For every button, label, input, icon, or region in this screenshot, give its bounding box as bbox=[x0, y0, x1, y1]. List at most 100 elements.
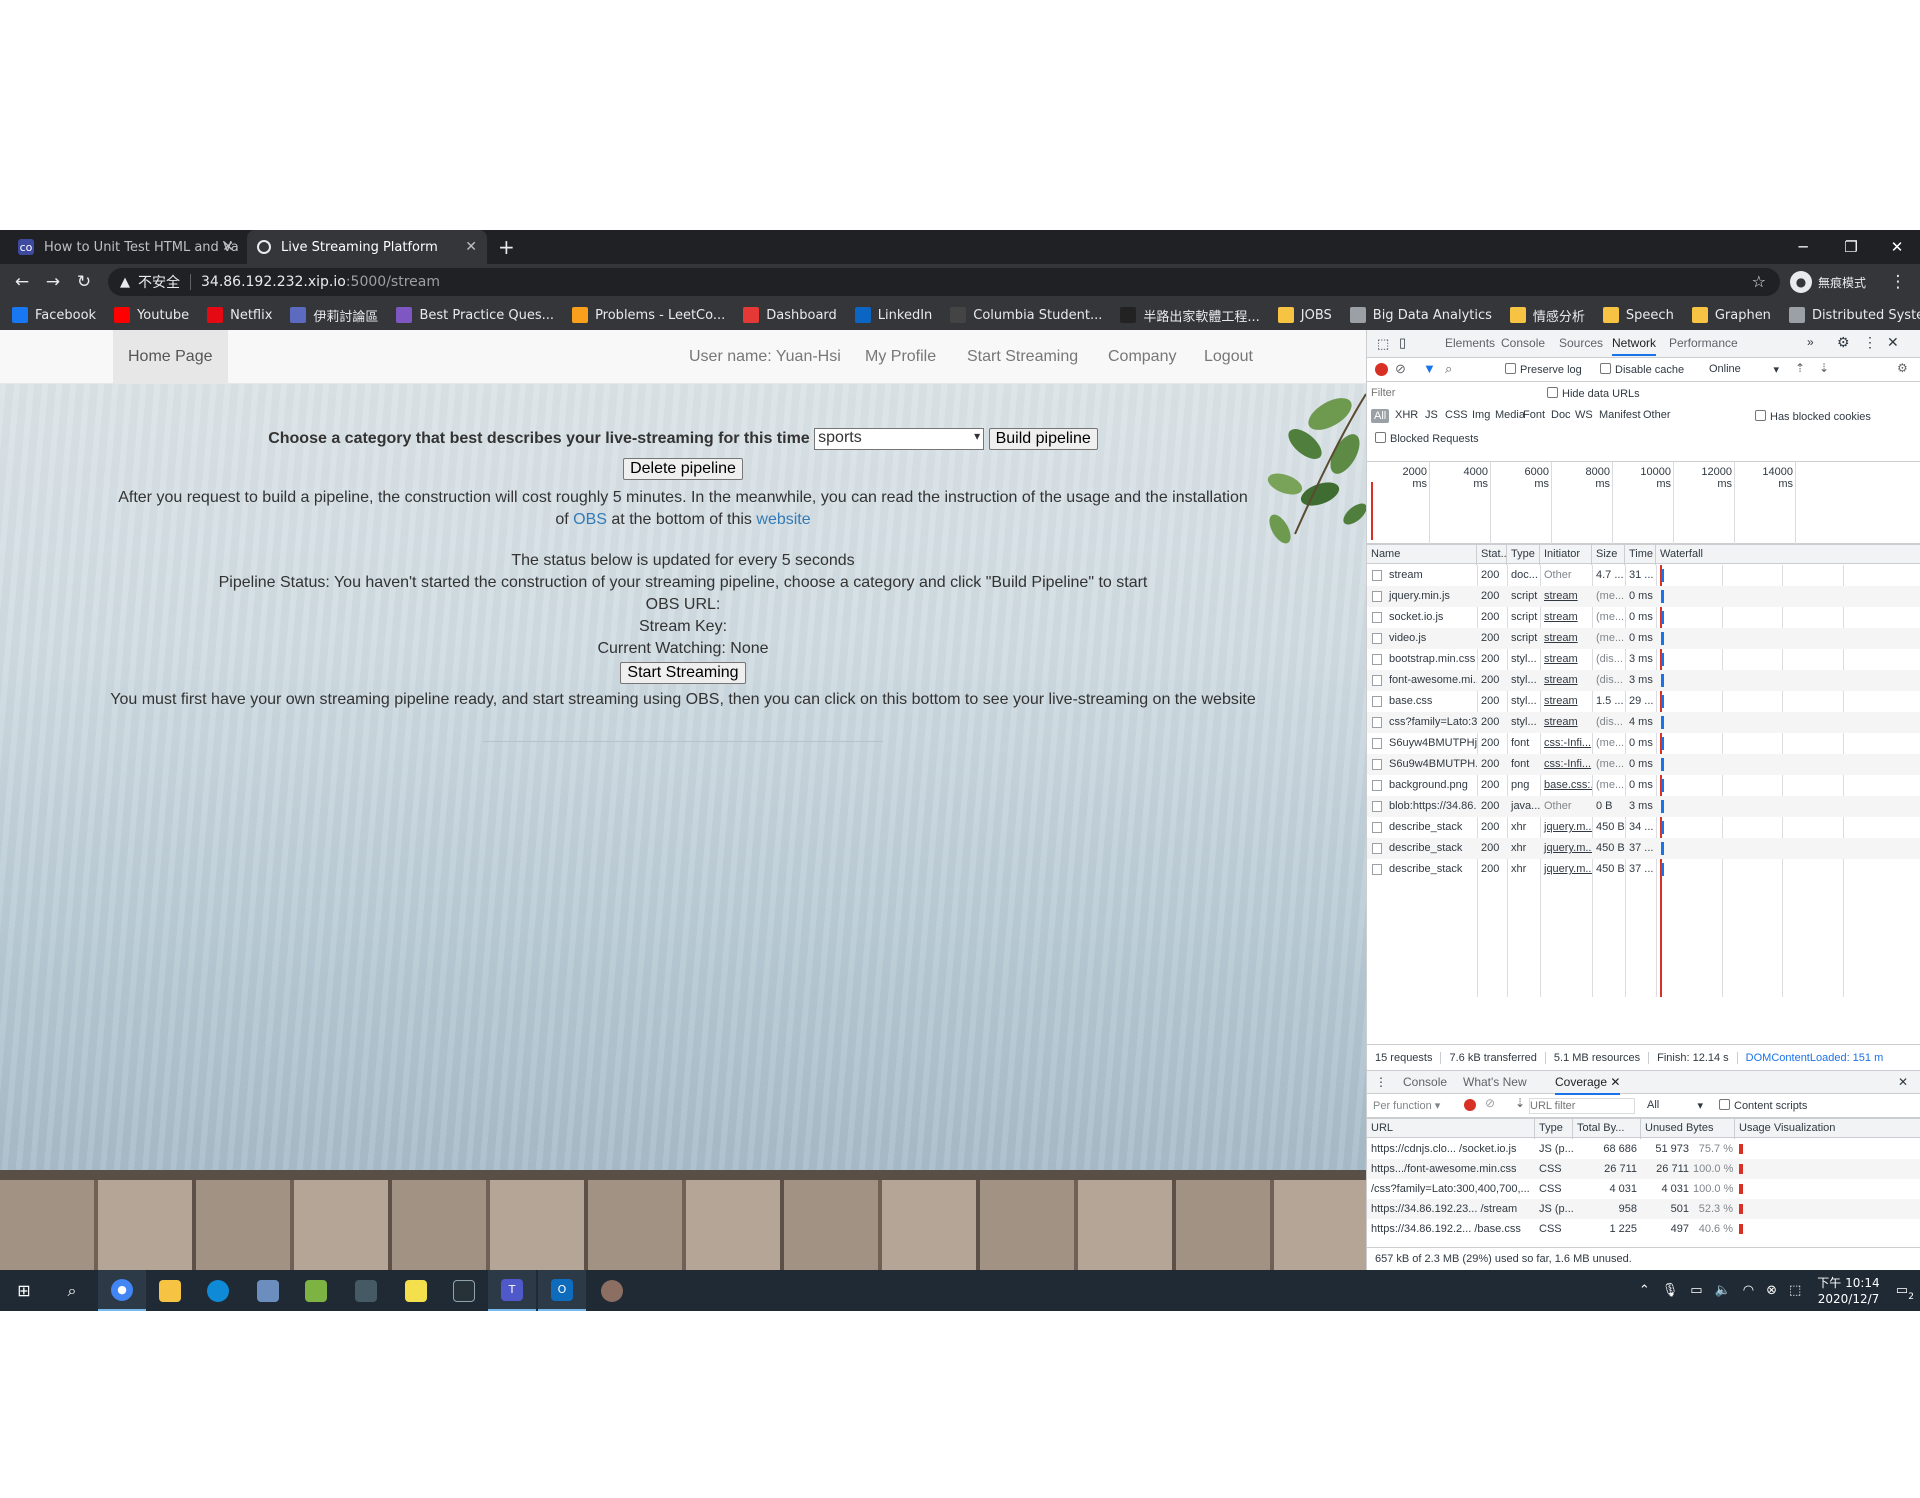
filter-icon[interactable]: ▼ bbox=[1423, 361, 1436, 376]
nav-logout-link[interactable]: Logout bbox=[1189, 330, 1268, 384]
snipping-tool-icon[interactable] bbox=[588, 1270, 636, 1311]
cell-initiator[interactable]: Other bbox=[1540, 565, 1592, 586]
throttle-select[interactable]: Online ▾ bbox=[1709, 363, 1779, 376]
record-icon[interactable] bbox=[1375, 363, 1388, 376]
cell-initiator[interactable]: stream bbox=[1540, 628, 1592, 649]
cell-initiator[interactable]: stream bbox=[1540, 712, 1592, 733]
nav-start-streaming-link[interactable]: Start Streaming bbox=[952, 330, 1093, 384]
cell-initiator[interactable]: stream bbox=[1540, 607, 1592, 628]
table-row[interactable]: stream 200 doc... Other 4.7 ... 31 ... bbox=[1367, 565, 1920, 586]
cell-initiator[interactable]: base.css:... bbox=[1540, 775, 1592, 796]
coverage-record-icon[interactable] bbox=[1464, 1099, 1476, 1111]
back-arrow-icon[interactable]: ← bbox=[10, 270, 34, 294]
bookmark-2[interactable]: Netflix bbox=[207, 307, 272, 323]
coverage-column-header[interactable]: Type bbox=[1535, 1119, 1573, 1139]
coverage-clear-icon[interactable]: ⊘ bbox=[1485, 1096, 1495, 1110]
type-filter-xhr[interactable]: XHR bbox=[1395, 409, 1418, 421]
column-header[interactable]: Initiator bbox=[1540, 545, 1592, 565]
maximize-button[interactable]: ❐ bbox=[1828, 230, 1874, 264]
drawer-menu-icon[interactable]: ⋮ bbox=[1375, 1075, 1387, 1089]
search-icon[interactable]: ⌕ bbox=[1445, 361, 1452, 377]
type-filter-manifest[interactable]: Manifest bbox=[1599, 409, 1641, 421]
table-row[interactable]: bootstrap.min.css 200 styl... stream (dis...… bbox=[1367, 649, 1920, 670]
clock[interactable]: 下午 10:14 2020/12/7 bbox=[1817, 1275, 1879, 1307]
per-function-select[interactable]: Per function ▾ bbox=[1373, 1099, 1440, 1112]
microphone-icon[interactable]: 🎙 bbox=[1662, 1283, 1679, 1298]
bookmark-0[interactable]: Facebook bbox=[12, 307, 96, 323]
bookmark-3[interactable]: 伊莉討論區 bbox=[290, 306, 378, 325]
website-link[interactable]: website bbox=[756, 511, 810, 528]
devtools-tab-sources[interactable]: Sources bbox=[1559, 330, 1603, 356]
table-row[interactable]: background.png 200 png base.css:... (me... 0 … bbox=[1367, 775, 1920, 796]
chevron-up-icon[interactable]: ⌃ bbox=[1639, 1283, 1650, 1298]
cell-initiator[interactable]: stream bbox=[1540, 670, 1592, 691]
table-row[interactable]: blob:https://34.86... 200 java... Other 0 B 3… bbox=[1367, 796, 1920, 817]
type-filter-css[interactable]: CSS bbox=[1445, 409, 1468, 421]
type-filter-all[interactable]: All bbox=[1371, 409, 1390, 423]
column-header[interactable]: Size bbox=[1592, 545, 1625, 565]
browser-tab-0[interactable]: co How to Unit Test HTML and Va ✕ bbox=[8, 230, 244, 264]
coverage-column-header[interactable]: URL bbox=[1367, 1119, 1535, 1139]
coverage-row[interactable]: https://34.86.192.23... /stream JS (p... 9… bbox=[1367, 1199, 1920, 1219]
coverage-column-header[interactable]: Usage Visualization bbox=[1735, 1119, 1920, 1139]
terminal-icon[interactable] bbox=[440, 1270, 488, 1311]
address-bar[interactable]: ▲ 不安全 34.86.192.232.xip.io:5000/stream ☆ bbox=[108, 268, 1780, 296]
devtools-tab-performance[interactable]: Performance bbox=[1669, 330, 1738, 356]
column-header[interactable]: Waterfall bbox=[1656, 545, 1920, 565]
device-toggle-icon[interactable]: ▯ bbox=[1399, 335, 1406, 351]
close-devtools-icon[interactable]: ✕ bbox=[1887, 334, 1899, 351]
browser-tab-1[interactable]: Live Streaming Platform ✕ bbox=[247, 230, 487, 264]
paint-icon[interactable] bbox=[244, 1270, 292, 1311]
menu-dots-icon[interactable]: ⋮ bbox=[1886, 270, 1910, 294]
photos-icon[interactable] bbox=[342, 1270, 390, 1311]
coverage-row[interactable]: https://cdnjs.clo... /socket.io.js JS (p.… bbox=[1367, 1139, 1920, 1159]
start-streaming-button[interactable]: Start Streaming bbox=[620, 662, 746, 684]
type-filter-doc[interactable]: Doc bbox=[1551, 409, 1571, 421]
bookmark-7[interactable]: LinkedIn bbox=[854, 307, 932, 323]
bookmark-8[interactable]: Columbia Student... bbox=[950, 307, 1102, 323]
nav-profile-link[interactable]: My Profile bbox=[850, 330, 951, 384]
cell-initiator[interactable]: jquery.m... bbox=[1540, 838, 1592, 859]
table-row[interactable]: video.js 200 script stream (me... 0 ms bbox=[1367, 628, 1920, 649]
cell-initiator[interactable]: jquery.m... bbox=[1540, 859, 1592, 880]
table-row[interactable]: describe_stack 200 xhr jquery.m... 450 B 37 .… bbox=[1367, 859, 1920, 880]
build-pipeline-button[interactable]: Build pipeline bbox=[988, 428, 1098, 451]
close-window-button[interactable]: ✕ bbox=[1874, 230, 1920, 264]
bookmark-4[interactable]: Best Practice Ques... bbox=[396, 307, 554, 323]
bookmark-1[interactable]: Youtube bbox=[114, 307, 189, 323]
windows-start-icon[interactable]: ⊞ bbox=[0, 1270, 48, 1311]
coverage-type-select[interactable]: All ▾ bbox=[1647, 1099, 1703, 1112]
bookmark-13[interactable]: Speech bbox=[1602, 307, 1674, 323]
tab-close-icon[interactable]: ✕ bbox=[222, 239, 234, 255]
star-bookmark-icon[interactable]: ☆ bbox=[1752, 272, 1766, 291]
blocked-requests-checkbox[interactable]: Blocked Requests bbox=[1375, 432, 1479, 445]
cell-initiator[interactable]: jquery.m... bbox=[1540, 817, 1592, 838]
category-select[interactable]: sports ▾ bbox=[814, 428, 985, 450]
type-filter-ws[interactable]: WS bbox=[1575, 409, 1593, 421]
bookmark-10[interactable]: JOBS bbox=[1277, 307, 1332, 323]
no-entry-icon[interactable]: ⊗ bbox=[1766, 1283, 1777, 1298]
cell-initiator[interactable]: stream bbox=[1540, 649, 1592, 670]
disable-cache-checkbox[interactable]: Disable cache bbox=[1600, 363, 1684, 376]
volume-icon[interactable]: 🔈 bbox=[1715, 1283, 1731, 1298]
filter-input[interactable] bbox=[1371, 385, 1501, 401]
url-filter-input[interactable] bbox=[1529, 1098, 1635, 1114]
table-row[interactable]: S6u9w4BMUTPH... 200 font css:-Infi... (me...… bbox=[1367, 754, 1920, 775]
coverage-column-header[interactable]: Total By... bbox=[1573, 1119, 1641, 1139]
obs-link[interactable]: OBS bbox=[573, 511, 607, 528]
column-header[interactable]: Time bbox=[1625, 545, 1656, 565]
settings-gear-icon[interactable]: ⚙ bbox=[1837, 334, 1850, 351]
table-row[interactable]: jquery.min.js 200 script stream (me... 0 ms bbox=[1367, 586, 1920, 607]
table-row[interactable]: socket.io.js 200 script stream (me... 0 ms bbox=[1367, 607, 1920, 628]
bookmark-11[interactable]: Big Data Analytics bbox=[1349, 307, 1492, 323]
download-icon[interactable]: ⇣ bbox=[1819, 361, 1829, 375]
kebab-menu-icon[interactable]: ⋮ bbox=[1863, 334, 1877, 351]
close-tab-icon[interactable]: ✕ bbox=[1607, 1075, 1620, 1089]
edge-icon[interactable] bbox=[194, 1270, 242, 1311]
close-drawer-icon[interactable]: ✕ bbox=[1898, 1075, 1908, 1089]
devtools-tab-network[interactable]: Network bbox=[1612, 330, 1657, 356]
export-download-icon[interactable]: ⇣ bbox=[1515, 1096, 1525, 1110]
column-header[interactable]: Stat... bbox=[1477, 545, 1507, 565]
outlook-icon[interactable]: O bbox=[538, 1270, 586, 1311]
nav-company-link[interactable]: Company bbox=[1093, 330, 1191, 384]
